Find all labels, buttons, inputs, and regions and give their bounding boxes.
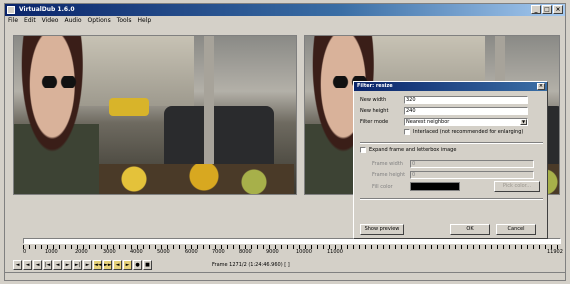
title-bar: VirtualDub 1.6.0 _ □ ×: [5, 4, 565, 16]
divider: [360, 142, 543, 144]
close-button[interactable]: ×: [553, 5, 563, 14]
fill-color-label: Fill color: [372, 183, 393, 190]
filter-mode-row: Filter mode Nearest neighbor ▼: [360, 118, 528, 126]
maximize-button[interactable]: □: [542, 5, 552, 14]
frame-height-input[interactable]: 0: [410, 171, 534, 179]
minimize-button[interactable]: _: [531, 5, 541, 14]
play-input-button[interactable]: ◄: [23, 260, 32, 270]
prev-frame-button[interactable]: ◄: [53, 260, 62, 270]
go-end-button[interactable]: ►|: [73, 260, 82, 270]
tick-label: 11000: [327, 249, 343, 255]
tick-label: 3000: [103, 249, 116, 255]
interlaced-label: Interlaced (not recommended for enlargin…: [413, 129, 524, 135]
play-output-button[interactable]: ◄: [33, 260, 42, 270]
window-title: VirtualDub 1.6.0: [19, 6, 75, 13]
fill-color-swatch: [410, 182, 460, 191]
dialog-title: Filter: resize: [357, 83, 393, 89]
stop-button[interactable]: ◄: [13, 260, 22, 270]
expand-frame-checkbox[interactable]: [360, 147, 366, 153]
tick-label: 0: [23, 249, 27, 255]
frame-width-row: Frame width 0: [372, 160, 534, 168]
menu-video[interactable]: Video: [42, 16, 59, 26]
playback-toolbar: ◄ ◄ ◄ |◄ ◄ ► ►| ► ◄◄ ►► ◄ ► ● ■: [13, 260, 152, 271]
frame-width-label: Frame width: [372, 161, 403, 167]
video-frame-image: [14, 36, 296, 194]
mark-out-button[interactable]: ►: [123, 260, 132, 270]
new-width-label: New width: [360, 97, 387, 103]
tick-label: 7000: [212, 249, 225, 255]
new-width-input[interactable]: 320: [404, 96, 528, 104]
tick-label: 6000: [185, 249, 198, 255]
show-preview-button[interactable]: Show preview: [360, 224, 404, 235]
next-key-button[interactable]: ►: [83, 260, 92, 270]
frame-width-input[interactable]: 0: [410, 160, 534, 168]
mark-in-button[interactable]: ◄: [113, 260, 122, 270]
tick-label: 10000: [296, 249, 312, 255]
input-video-pane: [13, 35, 297, 195]
frame-position-readout: Frame 1271/2 (1:24:46.960) [ ]: [212, 262, 290, 268]
menu-file[interactable]: File: [8, 16, 18, 26]
filter-mode-label: Filter mode: [360, 119, 389, 125]
tick-label: 8000: [239, 249, 252, 255]
new-height-row: New height 240: [360, 107, 528, 115]
menu-tools[interactable]: Tools: [117, 16, 132, 26]
tick-label: 2000: [75, 249, 88, 255]
filter-mode-select[interactable]: Nearest neighbor ▼: [404, 118, 528, 126]
dialog-title-bar: Filter: resize ×: [354, 82, 547, 91]
next-frame-button[interactable]: ►: [63, 260, 72, 270]
pick-color-button[interactable]: Pick color...: [494, 181, 540, 192]
new-width-row: New width 320: [360, 96, 528, 104]
menu-help[interactable]: Help: [137, 16, 151, 26]
tick-label: 4000: [130, 249, 143, 255]
app-icon: [7, 6, 15, 14]
status-bar: [5, 272, 565, 282]
next-scene-button[interactable]: ►►: [103, 260, 112, 270]
new-height-input[interactable]: 240: [404, 107, 528, 115]
record-button[interactable]: ●: [133, 260, 142, 270]
expand-frame-label: Expand frame and letterbox image: [369, 147, 457, 153]
frame-height-row: Frame height 0: [372, 171, 534, 179]
filter-resize-dialog: Filter: resize × New width 320 New heigh…: [353, 81, 548, 239]
frame-height-label: Frame height: [372, 172, 406, 178]
tick-label: 1000: [45, 249, 58, 255]
prev-scene-button[interactable]: ◄◄: [93, 260, 102, 270]
go-start-button[interactable]: |◄: [43, 260, 52, 270]
menu-options[interactable]: Options: [88, 16, 111, 26]
cancel-button[interactable]: Cancel: [496, 224, 536, 235]
ok-button[interactable]: OK: [450, 224, 490, 235]
new-height-label: New height: [360, 108, 389, 114]
expand-row: Expand frame and letterbox image: [360, 147, 456, 153]
interlaced-checkbox[interactable]: [404, 129, 410, 135]
menu-edit[interactable]: Edit: [24, 16, 36, 26]
filter-mode-value: Nearest neighbor: [406, 119, 450, 125]
menu-bar: File Edit Video Audio Options Tools Help: [5, 16, 568, 26]
divider: [360, 198, 543, 200]
fill-color-row: Fill color: [372, 182, 460, 191]
chevron-down-icon[interactable]: ▼: [520, 119, 527, 125]
tick-label-end: 11902: [547, 249, 563, 255]
interlaced-row: Interlaced (not recommended for enlargin…: [404, 129, 523, 135]
tick-label: 5000: [157, 249, 170, 255]
tick-label: 9000: [266, 249, 279, 255]
halt-button[interactable]: ■: [143, 260, 152, 270]
dialog-close-button[interactable]: ×: [537, 83, 545, 90]
menu-audio[interactable]: Audio: [64, 16, 81, 26]
